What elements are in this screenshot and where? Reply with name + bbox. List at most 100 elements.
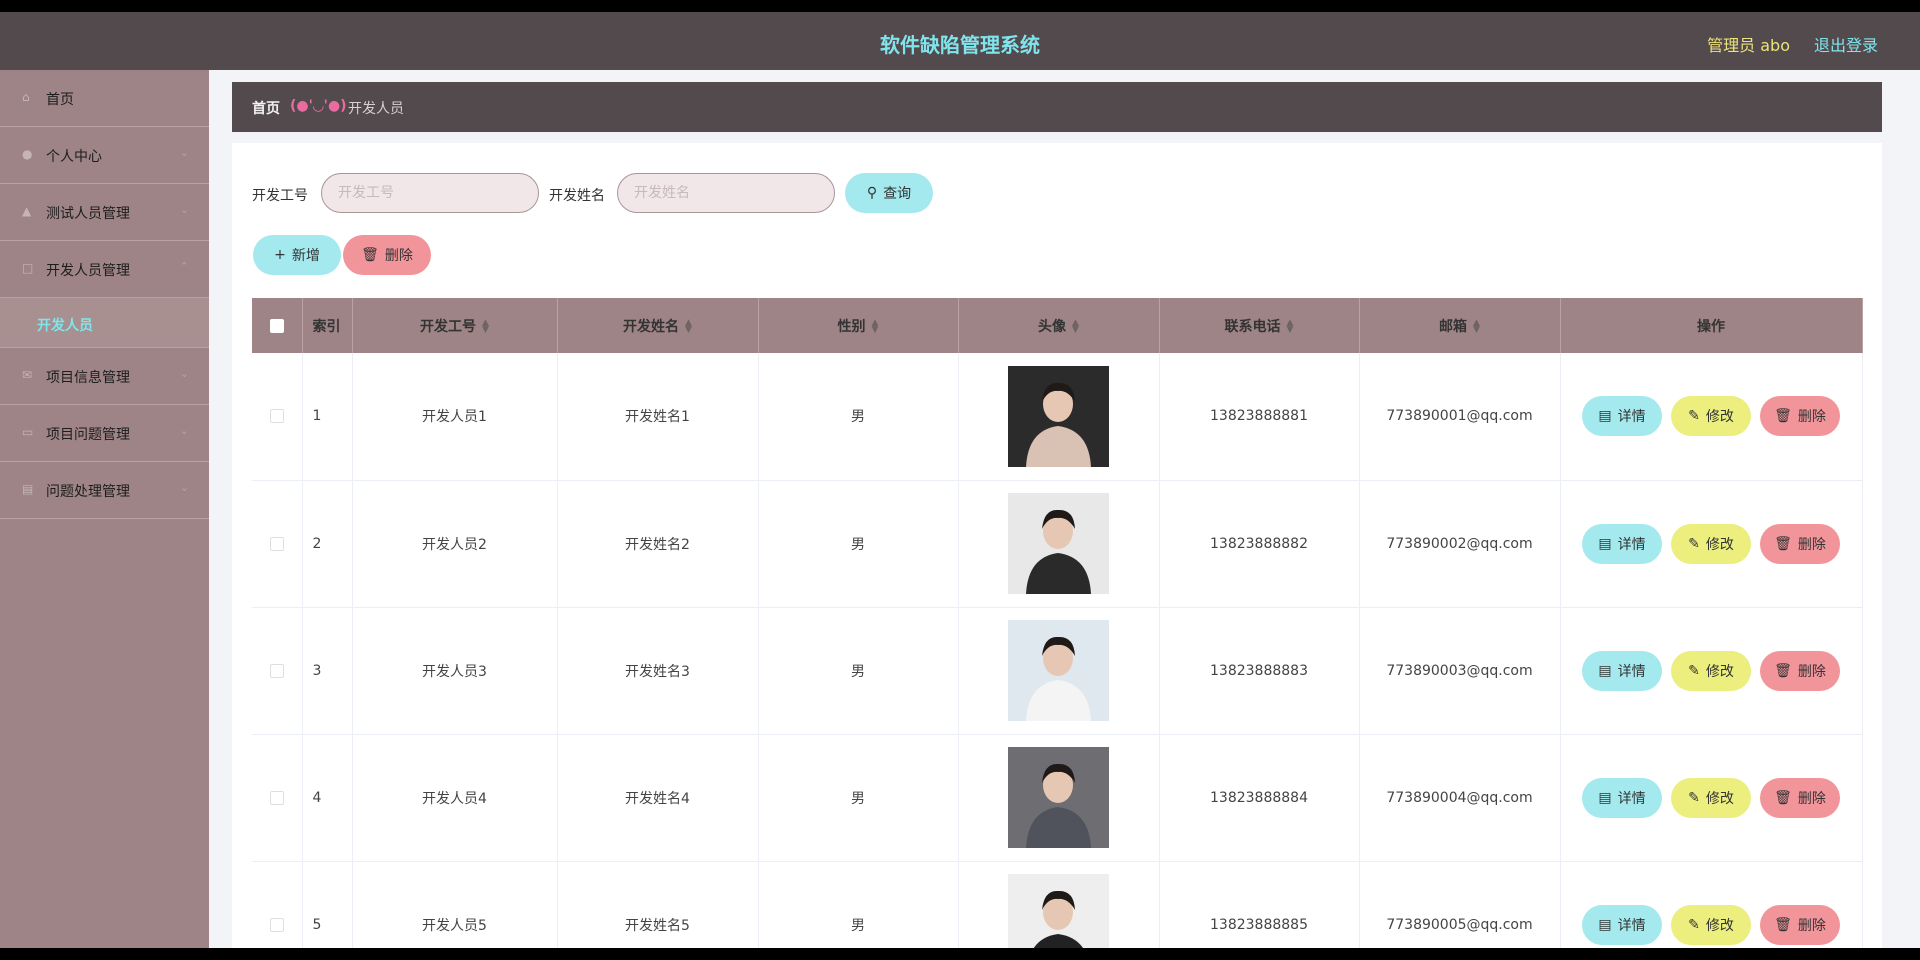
row-checkbox[interactable] [269,409,284,424]
sidebar-item-tester-management[interactable]: ▲ 测试人员管理 ⌄ [0,184,209,241]
trash-icon: 🗑 [1774,789,1792,806]
sort-icon[interactable]: ▲ ▼ [1287,318,1294,334]
avatar[interactable] [1008,747,1109,848]
detail-button[interactable]: ▤ 详情 [1582,523,1662,564]
row-actions: ▤ 详情 ✎ 修改 🗑 删除 [1561,396,1862,437]
cell-gender: 男 [758,734,959,862]
avatar[interactable] [1008,620,1109,721]
edit-button[interactable]: ✎ 修改 [1671,650,1751,691]
row-checkbox[interactable] [269,917,284,932]
sidebar-subitem-developers[interactable]: 开发人员 [0,298,209,348]
trash-icon: 🗑 [1774,916,1792,933]
col-gender[interactable]: 性别 ▲ ▼ [758,298,959,353]
row-checkbox[interactable] [269,790,284,805]
batch-delete-button[interactable]: 🗑 删除 [343,235,431,275]
cell-gender: 男 [758,480,959,608]
avatar[interactable] [1008,493,1109,594]
chevron-up-icon: ⌃ [179,260,189,273]
chevron-down-icon: ⌄ [179,367,189,380]
col-label: 性别 [837,318,866,335]
edit-button[interactable]: ✎ 修改 [1671,396,1751,437]
batch-delete-button-label: 删除 [384,248,413,264]
add-button[interactable]: + 新增 [253,235,341,275]
col-phone[interactable]: 联系电话 ▲ ▼ [1159,298,1360,353]
cell-dev-name: 开发姓名3 [557,607,759,735]
sidebar-item-issue-handling[interactable]: ▤ 问题处理管理 ⌄ [0,462,209,519]
cell-email: 773890003@qq.com [1359,607,1561,735]
cell-dev-id: 开发人员2 [352,480,558,608]
query-button[interactable]: ⚲ 查询 [845,173,933,213]
edit-button-label: 修改 [1705,536,1734,553]
row-checkbox[interactable] [269,536,284,551]
col-label: 联系电话 [1224,318,1281,335]
delete-button[interactable]: 🗑 删除 [1760,650,1840,691]
cell-actions: ▤ 详情 ✎ 修改 🗑 删除 [1560,607,1863,735]
select-all-checkbox[interactable] [269,318,284,333]
col-dev-id[interactable]: 开发工号 ▲ ▼ [352,298,558,353]
col-email[interactable]: 邮箱 ▲ ▼ [1359,298,1561,353]
cell-avatar [958,607,1160,735]
col-avatar[interactable]: 头像 ▲ ▼ [958,298,1160,353]
table-body: 1 开发人员1 开发姓名1 男 13823888881 773890001@qq.com ▤… [252,353,1863,948]
detail-button[interactable]: ▤ 详情 [1582,650,1662,691]
sort-icon[interactable]: ▲ ▼ [1473,318,1480,334]
breadcrumb-home[interactable]: 首页 [252,98,280,118]
cell-avatar [958,734,1160,862]
trash-icon: 🗑 [1774,535,1792,552]
edit-button-label: 修改 [1705,663,1734,680]
sidebar-item-home[interactable]: ⌂ 首页 [0,70,209,127]
detail-button[interactable]: ▤ 详情 [1582,777,1662,818]
sidebar-item-personal-center[interactable]: ● 个人中心 ⌄ [0,127,209,184]
app-title: 软件缺陷管理系统 [880,33,1040,57]
cell-index: 3 [302,607,353,735]
delete-button-label: 删除 [1797,409,1826,426]
edit-button[interactable]: ✎ 修改 [1671,777,1751,818]
user-icon: ● [22,147,33,161]
col-label: 邮箱 [1439,318,1468,335]
sidebar-item-project-issues[interactable]: ▭ 项目问题管理 ⌄ [0,405,209,462]
delete-button-label: 删除 [1797,663,1826,680]
cell-email: 773890001@qq.com [1359,353,1561,481]
sidebar-item-label: 问题处理管理 [46,484,130,500]
detail-button[interactable]: ▤ 详情 [1582,396,1662,437]
delete-button[interactable]: 🗑 删除 [1760,904,1840,945]
sort-icon[interactable]: ▲ ▼ [1072,318,1079,334]
col-dev-name[interactable]: 开发姓名 ▲ ▼ [557,298,759,353]
cell-phone: 13823888883 [1159,607,1360,735]
avatar[interactable] [1008,365,1109,467]
row-select-cell [252,861,303,948]
cell-avatar [958,480,1160,608]
table-header-row: 索引 开发工号 ▲ ▼ 开发姓名 ▲ ▼ 性别 ▲ ▼ 头像 ▲ ▼ 联系电话 ▲ ▼ 邮箱 ▲ ▼ 操… [252,298,1863,353]
avatar[interactable] [1008,874,1109,948]
detail-button-label: 详情 [1617,536,1646,553]
add-button-label: 新增 [291,248,320,264]
sidebar-item-project-info[interactable]: ✉ 项目信息管理 ⌄ [0,348,209,405]
sort-icon[interactable]: ▲ ▼ [482,318,489,334]
sort-icon[interactable]: ▲ ▼ [685,318,692,334]
detail-button[interactable]: ▤ 详情 [1582,904,1662,945]
sort-icon[interactable]: ▲ ▼ [872,318,879,334]
row-checkbox[interactable] [269,663,284,678]
row-actions: ▤ 详情 ✎ 修改 🗑 删除 [1561,777,1862,818]
cell-dev-name: 开发姓名5 [557,861,759,948]
logout-link[interactable]: 退出登录 [1814,32,1878,56]
cell-index: 5 [302,861,353,948]
detail-button-label: 详情 [1617,663,1646,680]
chevron-down-icon: ⌄ [179,146,189,159]
dev-name-input[interactable] [617,173,835,213]
cell-email: 773890005@qq.com [1359,861,1561,948]
cell-gender: 男 [758,607,959,735]
team-icon: ▲ [22,204,32,218]
plus-icon: + [274,247,286,263]
col-label: 开发姓名 [623,318,680,335]
edit-button[interactable]: ✎ 修改 [1671,904,1751,945]
mail-icon: ✉ [22,368,33,382]
delete-button[interactable]: 🗑 删除 [1760,396,1840,437]
delete-button[interactable]: 🗑 删除 [1760,777,1840,818]
delete-button[interactable]: 🗑 删除 [1760,523,1840,564]
edit-button[interactable]: ✎ 修改 [1671,523,1751,564]
trash-icon: 🗑 [1774,662,1792,679]
sidebar-item-developer-management[interactable]: □ 开发人员管理 ⌃ [0,241,209,298]
cell-dev-id: 开发人员1 [352,353,558,481]
dev-id-input[interactable] [321,173,539,213]
